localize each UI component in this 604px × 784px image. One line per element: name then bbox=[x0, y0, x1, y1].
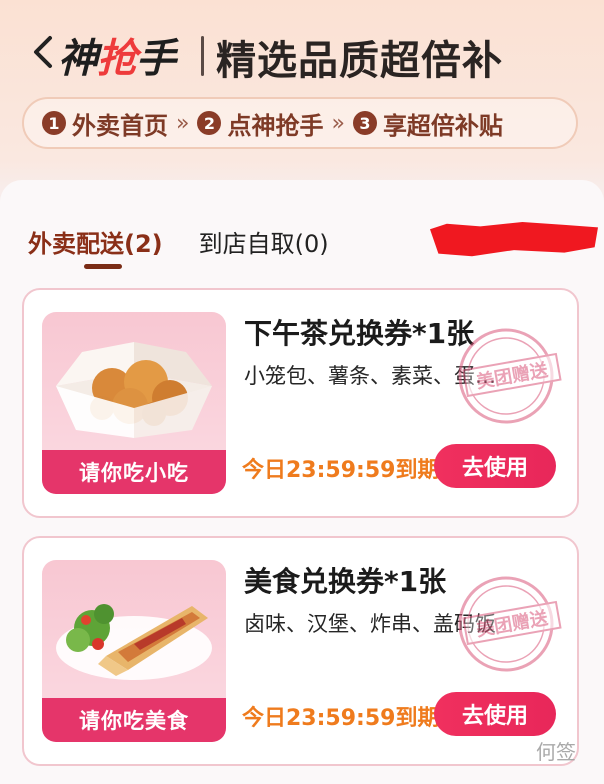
step-label: 享超倍补贴 bbox=[382, 111, 503, 140]
steps-guide: 1 外卖首页 » 2 点神抢手 » 3 享超倍补贴 bbox=[22, 97, 578, 149]
tab-bar: 外卖配送(2) 到店自取(0) bbox=[28, 224, 365, 259]
step-1: 1 外卖首页 bbox=[42, 106, 168, 141]
voucher-title: 美食兑换券*1张 bbox=[244, 565, 447, 598]
step-separator: » bbox=[176, 110, 190, 136]
thumbnail-caption: 请你吃美食 bbox=[42, 698, 226, 742]
step-3: 3 享超倍补贴 bbox=[352, 106, 503, 141]
gift-stamp: 美团赠送 bbox=[434, 562, 577, 687]
step-label: 点神抢手 bbox=[227, 111, 324, 140]
voucher-card: 请你吃美食 美食兑换券*1张 卤味、汉堡、炸串、盖码饭 美团赠送 今日23:59… bbox=[22, 536, 579, 766]
step-2: 2 点神抢手 bbox=[197, 106, 323, 141]
thumbnail-caption: 请你吃小吃 bbox=[42, 450, 226, 494]
brand-logo: 神抢手 bbox=[58, 36, 176, 82]
chevron-left-icon[interactable] bbox=[32, 35, 54, 69]
wrap-icon bbox=[56, 604, 212, 680]
tab-pickup[interactable]: 到店自取(0) bbox=[199, 224, 329, 259]
step-label: 外卖首页 bbox=[72, 111, 168, 140]
back-button[interactable] bbox=[26, 30, 60, 74]
step-number: 2 bbox=[197, 111, 222, 135]
step-number: 3 bbox=[352, 111, 377, 135]
expire-time: 今日23:59:59到期 bbox=[242, 706, 440, 731]
expire-time: 今日23:59:59到期 bbox=[242, 458, 440, 483]
voucher-thumbnail: 请你吃小吃 bbox=[42, 312, 226, 494]
fried-chicken-icon bbox=[56, 342, 212, 438]
page-slogan: 精选品质超倍补 bbox=[216, 38, 503, 84]
use-button[interactable]: 去使用 bbox=[434, 692, 556, 736]
watermark: 何签 bbox=[536, 740, 576, 764]
gift-stamp: 美团赠送 bbox=[434, 314, 577, 439]
step-separator: » bbox=[331, 110, 345, 136]
step-number: 1 bbox=[42, 111, 66, 135]
header-divider bbox=[201, 36, 204, 76]
active-tab-indicator bbox=[84, 264, 122, 269]
voucher-card: 请你吃小吃 下午茶兑换券*1张 小笼包、薯条、素菜、蛋… 美团赠送 今日23:5… bbox=[22, 288, 579, 518]
header: 神抢手 精选品质超倍补 bbox=[0, 0, 604, 92]
tab-delivery[interactable]: 外卖配送(2) bbox=[28, 224, 163, 259]
voucher-thumbnail: 请你吃美食 bbox=[42, 560, 226, 742]
use-button[interactable]: 去使用 bbox=[434, 444, 556, 488]
